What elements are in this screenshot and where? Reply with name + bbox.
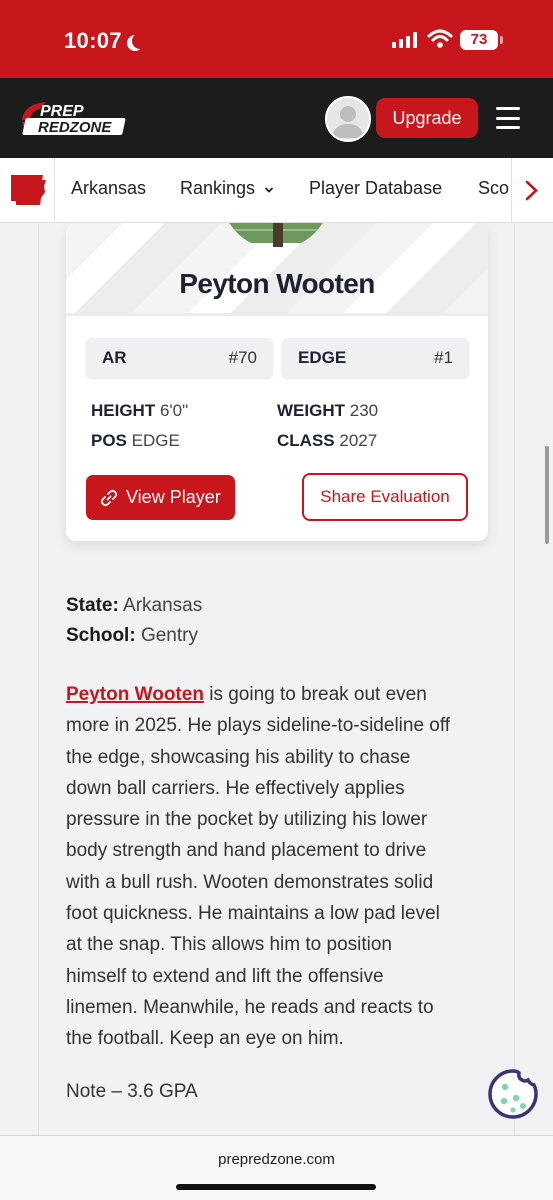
browser-bottom-bar: prepredzone.com <box>0 1135 553 1200</box>
user-icon <box>332 106 364 138</box>
article-line: with a bull rush. Wooten demonstrates so… <box>66 871 434 893</box>
chevron-down-icon <box>264 187 274 193</box>
article-line: Peyton Wooten is going to break out even <box>66 684 427 705</box>
card-header: Peyton Wooten <box>66 223 488 316</box>
stat-height: HEIGHT 6'0" <box>91 401 189 420</box>
player-name-link[interactable]: Peyton Wooten <box>66 684 204 705</box>
nav-item-arkansas[interactable]: Arkansas <box>71 178 146 199</box>
view-player-label: View Player <box>126 487 221 507</box>
prep-redzone-logo[interactable]: PREP REDZONE <box>18 98 132 138</box>
position-rank-badge: EDGE #1 <box>282 338 469 378</box>
state-sub-nav: Arkansas Rankings Player Database Sco <box>0 158 553 223</box>
moon-icon <box>132 33 148 49</box>
state-rank: #70 <box>228 348 257 367</box>
player-photo[interactable] <box>221 223 331 249</box>
position-abbr: EDGE <box>298 348 347 367</box>
stat-position: POS EDGE <box>91 431 180 450</box>
battery-icon: 73 <box>460 30 503 50</box>
nav-scroll-right-button[interactable] <box>511 158 553 222</box>
cookie-settings-icon[interactable] <box>487 1068 539 1120</box>
status-bar: 10:07 73 <box>0 0 553 78</box>
nav-item-rankings-label: Rankings <box>180 178 256 198</box>
stat-weight: WEIGHT 230 <box>277 401 379 420</box>
article-line: the edge, showcasing his ability to chas… <box>66 746 411 768</box>
nav-item-player-database[interactable]: Player Database <box>309 178 442 199</box>
user-avatar[interactable] <box>325 96 371 142</box>
info-state: State: Arkansas <box>66 595 203 616</box>
evaluation-article: Peyton Wooten is going to break out even… <box>66 679 496 1055</box>
nav-divider <box>54 158 55 222</box>
article-line: himself to extend and lift the offensive <box>66 965 384 987</box>
article-line: pressure in the pocket by utilizing his … <box>66 809 428 831</box>
arkansas-state-icon[interactable] <box>8 172 48 208</box>
page-scrollbar[interactable] <box>545 446 549 544</box>
clock: 10:07 <box>64 28 148 54</box>
link-icon <box>100 489 118 507</box>
article-line: down ball carriers. He effectively appli… <box>66 777 405 799</box>
home-indicator[interactable] <box>176 1184 376 1190</box>
view-player-button[interactable]: View Player <box>86 475 235 520</box>
gpa-note: Note – 3.6 GPA <box>66 1081 198 1102</box>
article-line: the football. Keep an eye on him. <box>66 1028 344 1050</box>
wifi-icon <box>427 29 453 48</box>
article-line: at the snap. This allows him to position <box>66 934 392 956</box>
article-line: linemen. Meanwhile, he reads and reacts … <box>66 996 434 1018</box>
share-evaluation-button[interactable]: Share Evaluation <box>302 473 468 521</box>
player-card: Peyton Wooten AR #70 EDGE #1 HEIGHT 6'0"… <box>66 223 488 541</box>
article-line: more in 2025. He plays sideline-to-sidel… <box>66 715 451 737</box>
svg-text:PREP: PREP <box>40 103 84 120</box>
player-name: Peyton Wooten <box>179 268 375 299</box>
position-rank: #1 <box>434 348 453 367</box>
nav-item-rankings[interactable]: Rankings <box>180 178 274 199</box>
upgrade-button[interactable]: Upgrade <box>376 98 478 138</box>
state-abbr: AR <box>102 348 127 367</box>
hamburger-menu-icon[interactable] <box>496 107 520 129</box>
cellular-signal-icon <box>392 32 417 48</box>
main-content: Peyton Wooten AR #70 EDGE #1 HEIGHT 6'0"… <box>38 223 515 1158</box>
stat-class: CLASS 2027 <box>277 431 378 450</box>
chevron-right-icon <box>525 180 538 201</box>
state-rank-badge: AR #70 <box>86 338 273 378</box>
article-line: foot quickness. He maintains a low pad l… <box>66 903 440 925</box>
info-school: School: Gentry <box>66 625 198 646</box>
article-line: body strength and hand placement to driv… <box>66 840 427 862</box>
nav-item-scores[interactable]: Sco <box>478 178 509 199</box>
url-address[interactable]: prepredzone.com <box>0 1151 553 1168</box>
svg-text:REDZONE: REDZONE <box>38 119 112 136</box>
